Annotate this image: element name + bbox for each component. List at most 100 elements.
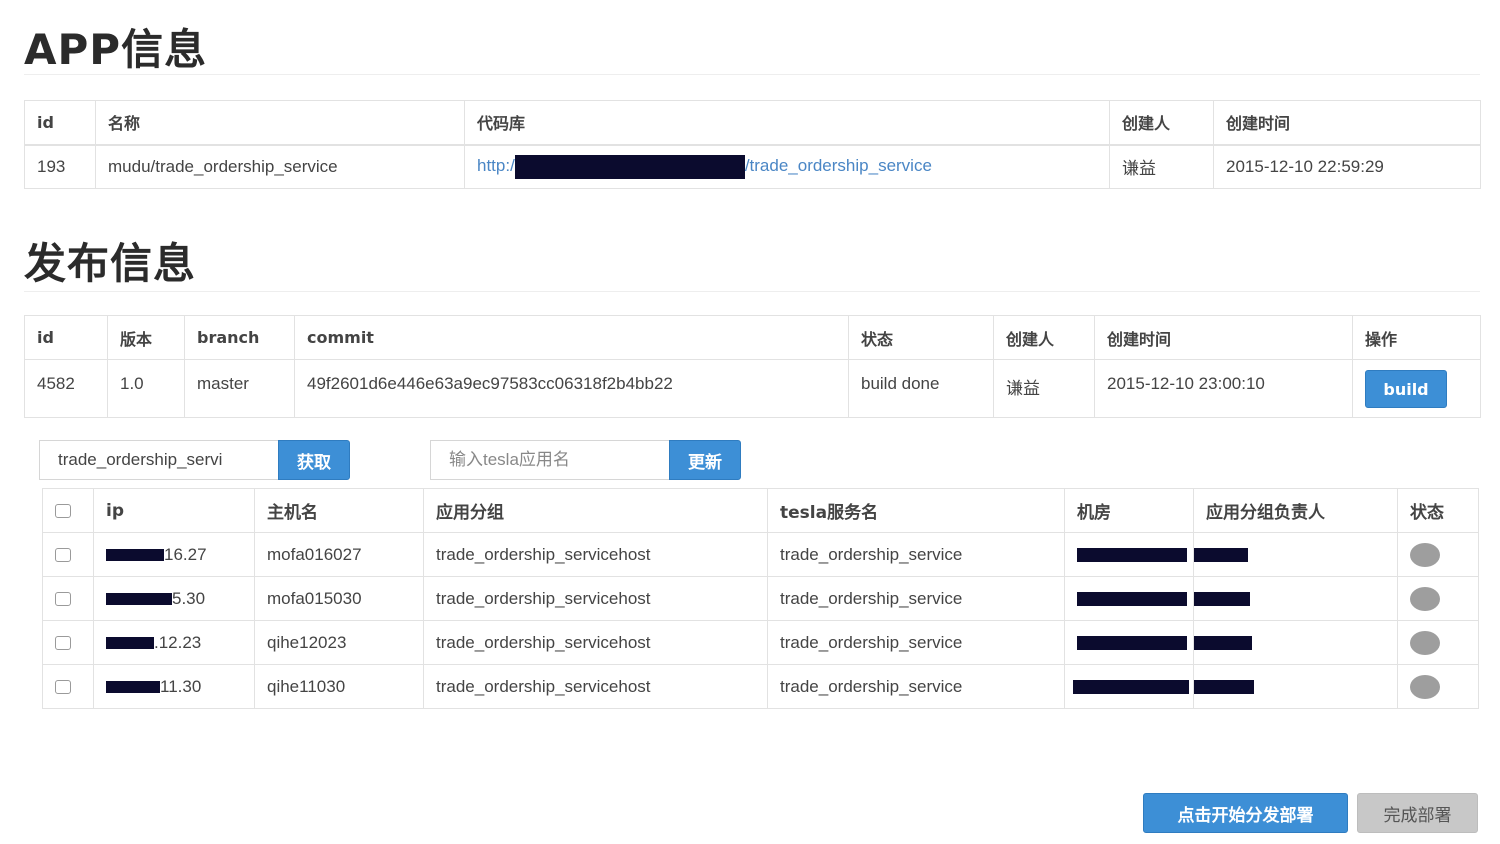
host-ip: 11.30 [93,664,255,709]
publish-title-divider [24,291,1480,292]
pub-col-commit: commit [294,315,849,360]
host-idc [1064,532,1194,577]
host-tesla-service: trade_ordership_service [767,576,1065,621]
host-status-cell [1397,620,1479,665]
host-group: trade_ordership_servicehost [423,532,768,577]
app-created-at: 2015-12-10 22:59:29 [1213,144,1481,189]
pub-creator: 谦益 [993,359,1095,418]
pub-col-branch: branch [184,315,295,360]
status-indicator [1410,586,1440,611]
build-button[interactable]: build [1365,370,1447,408]
app-col-created: 创建时间 [1213,100,1481,145]
host-col-tesla: tesla服务名 [767,488,1065,533]
pub-action-cell: build [1352,359,1481,418]
pub-col-created: 创建时间 [1094,315,1353,360]
host-col-status: 状态 [1397,488,1479,533]
app-creator: 谦益 [1109,144,1214,189]
app-col-id: id [24,100,96,145]
app-id: 193 [24,144,96,189]
pub-col-status: 状态 [848,315,994,360]
host-tesla-service: trade_ordership_service [767,620,1065,665]
start-deploy-button[interactable]: 点击开始分发部署 [1143,793,1348,833]
select-all-checkbox[interactable] [55,503,71,518]
select-all-cell [42,488,94,533]
repo-link[interactable]: http:/ /trade_ordership_service [477,154,932,179]
app-repo-cell: http:/ /trade_ordership_service [464,144,1110,189]
app-col-creator: 创建人 [1109,100,1214,145]
pub-col-id: id [24,315,108,360]
app-group-input[interactable] [39,440,278,480]
host-idc [1064,664,1194,709]
row-select-cell [42,576,94,621]
redacted-block [1077,636,1187,651]
publish-table-header: id 版本 branch commit 状态 创建人 创建时间 操作 [24,315,1481,360]
host-owner [1193,576,1398,621]
finish-deploy-button[interactable]: 完成部署 [1357,793,1478,833]
repo-link-suffix: /trade_ordership_service [744,156,932,176]
publish-table-row: 4582 1.0 master 49f2601d6e446e63a9ec9758… [24,359,1481,418]
publish-info-table: id 版本 branch commit 状态 创建人 创建时间 操作 4582 … [24,315,1481,418]
host-ip: 16.27 [93,532,255,577]
host-group: trade_ordership_servicehost [423,620,768,665]
app-col-name: 名称 [95,100,465,145]
app-title-divider [24,74,1480,75]
redacted-block [1077,592,1187,607]
pub-created-at: 2015-12-10 23:00:10 [1094,359,1353,418]
host-name: qihe11030 [254,664,424,709]
hosts-table-header: ip 主机名 应用分组 tesla服务名 机房 应用分组负责人 状态 [42,488,1479,533]
host-owner [1193,532,1398,577]
pub-branch: master [184,359,295,418]
host-status-cell [1397,576,1479,621]
host-col-group: 应用分组 [423,488,768,533]
host-name: qihe12023 [254,620,424,665]
host-owner [1193,620,1398,665]
app-name: mudu/trade_ordership_service [95,144,465,189]
pub-status: build done [848,359,994,418]
pub-commit: 49f2601d6e446e63a9ec97583cc06318f2b4bb22 [294,359,849,418]
redacted-block [1077,548,1187,563]
redacted-block [106,681,160,694]
redacted-block [514,154,745,179]
host-col-idc: 机房 [1064,488,1194,533]
update-button[interactable]: 更新 [669,440,741,480]
pub-col-creator: 创建人 [993,315,1095,360]
fetch-button[interactable]: 获取 [278,440,350,480]
host-owner [1193,664,1398,709]
row-select-cell [42,620,94,665]
table-row: 16.27 mofa016027 trade_ordership_service… [42,532,1479,577]
pub-version: 1.0 [107,359,185,418]
row-checkbox[interactable] [55,548,71,563]
host-name: mofa015030 [254,576,424,621]
redacted-block [1194,592,1250,607]
repo-link-prefix: http:/ [477,156,515,176]
host-ip: 5.30 [93,576,255,621]
host-group: trade_ordership_servicehost [423,576,768,621]
tesla-app-search: 更新 [430,440,741,480]
row-checkbox[interactable] [55,592,71,607]
app-info-table: id 名称 代码库 创建人 创建时间 193 mudu/trade_orders… [24,100,1481,189]
status-indicator [1410,674,1440,699]
row-checkbox[interactable] [55,636,71,651]
host-col-ip: ip [93,488,255,533]
host-ip-suffix: .12.23 [154,632,202,652]
redacted-block [1073,680,1189,695]
tesla-app-input[interactable] [430,440,669,480]
table-row: 11.30 qihe11030 trade_ordership_serviceh… [42,664,1479,709]
app-info-title: APP信息 [24,25,208,74]
host-col-hostname: 主机名 [254,488,424,533]
app-col-repo: 代码库 [464,100,1110,145]
table-row: .12.23 qihe12023 trade_ordership_service… [42,620,1479,665]
app-table-row: 193 mudu/trade_ordership_service http:/ /… [24,144,1481,189]
host-ip: .12.23 [93,620,255,665]
redacted-block [106,549,164,562]
status-indicator [1410,542,1440,567]
app-table-header: id 名称 代码库 创建人 创建时间 [24,100,1481,145]
pub-col-action: 操作 [1352,315,1481,360]
hosts-table: ip 主机名 应用分组 tesla服务名 机房 应用分组负责人 状态 16.27… [42,488,1479,709]
row-checkbox[interactable] [55,680,71,695]
host-idc [1064,576,1194,621]
pub-id: 4582 [24,359,108,418]
host-name: mofa016027 [254,532,424,577]
redacted-block [1194,680,1254,695]
row-select-cell [42,532,94,577]
